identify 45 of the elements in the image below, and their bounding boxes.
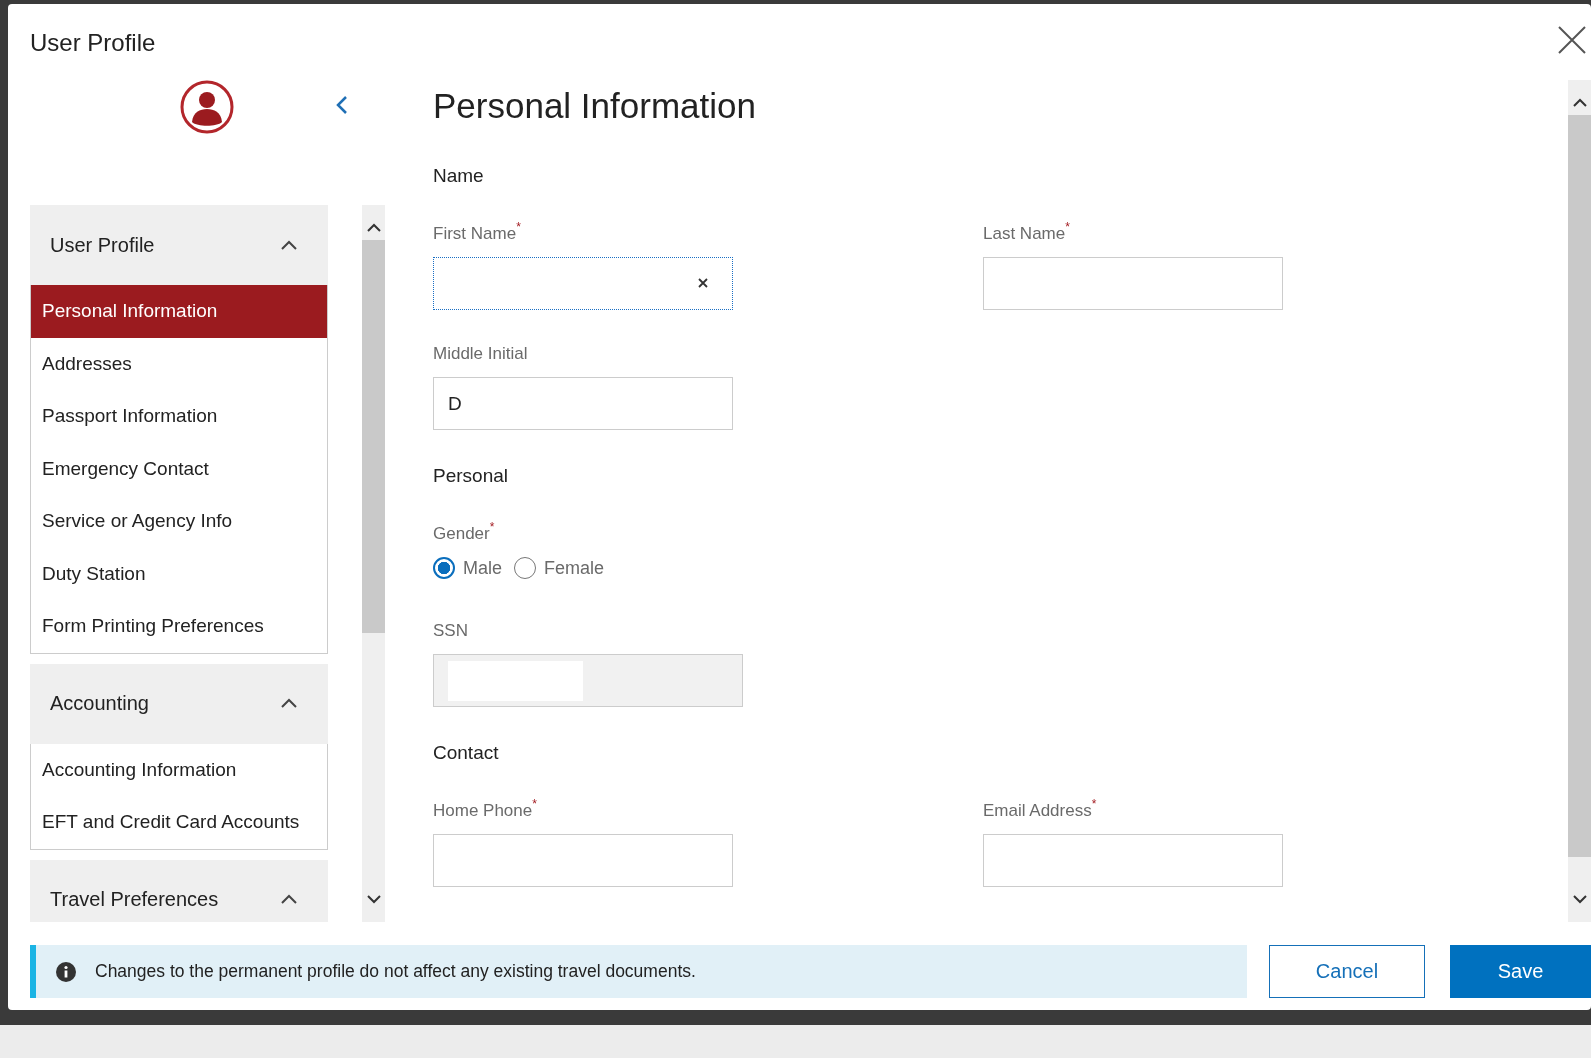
radio-button[interactable] (514, 557, 536, 579)
cancel-button[interactable]: Cancel (1269, 945, 1425, 998)
sidebar-item[interactable]: Form Printing Preferences (31, 600, 327, 653)
field-label: Last Name$^{*}$ (983, 222, 1071, 245)
sidebar-item[interactable]: Addresses (31, 337, 327, 390)
sidebar-item[interactable]: Accounting Information (31, 743, 327, 796)
radio-button[interactable] (433, 557, 455, 579)
chevron-up-icon[interactable] (1572, 98, 1587, 107)
sidebar-item[interactable]: EFT and Credit Card Accounts (31, 796, 327, 849)
sidebar-item[interactable]: Duty Station (31, 547, 327, 600)
text-field[interactable] (433, 257, 733, 310)
sidebar-item[interactable]: Service or Agency Info (31, 495, 327, 548)
field-label: Email Address$^{*}$ (983, 799, 1098, 822)
save-button[interactable]: Save (1450, 945, 1591, 998)
scrollbar[interactable] (1568, 80, 1591, 922)
clear-icon[interactable] (698, 278, 708, 288)
sidebar-item[interactable]: Personal Information (31, 285, 327, 338)
sidebar-item[interactable]: Emergency Contact (31, 442, 327, 495)
close-icon[interactable] (1557, 25, 1587, 55)
radio-label: Male (463, 557, 502, 579)
field-label: Home Phone$^{*}$ (433, 799, 538, 822)
chevron-down-icon[interactable] (1572, 895, 1587, 904)
field-label: Gender$^{*}$ (433, 522, 496, 545)
window-title: User Profile (30, 29, 156, 57)
info-message: Changes to the permanent profile do not affect any existing travel documents. (95, 961, 696, 982)
user-avatar-icon (180, 80, 234, 134)
section-header[interactable]: User Profile (30, 205, 328, 285)
info-icon (56, 961, 76, 982)
field-label: Middle Initial (433, 343, 529, 365)
section-header[interactable]: Accounting (30, 663, 328, 744)
section-title: Name (433, 164, 485, 188)
chevron-left-icon[interactable] (336, 95, 348, 115)
chevron-down-icon[interactable] (366, 895, 381, 904)
field-label: SSN (433, 620, 469, 642)
section-title: Contact (433, 741, 500, 765)
page-heading: Personal Information (433, 85, 757, 127)
field-label: First Name$^{*}$ (433, 222, 522, 245)
scrollbar[interactable] (362, 205, 385, 922)
section-header[interactable]: Travel Preferences (30, 859, 328, 922)
chevron-up-icon[interactable] (366, 223, 381, 232)
sidebar-item[interactable]: Passport Information (31, 390, 327, 443)
radio-label: Female (544, 557, 605, 579)
section-title: Personal (433, 464, 509, 488)
masked-field[interactable] (433, 654, 743, 707)
text-field[interactable]: D (433, 377, 733, 430)
